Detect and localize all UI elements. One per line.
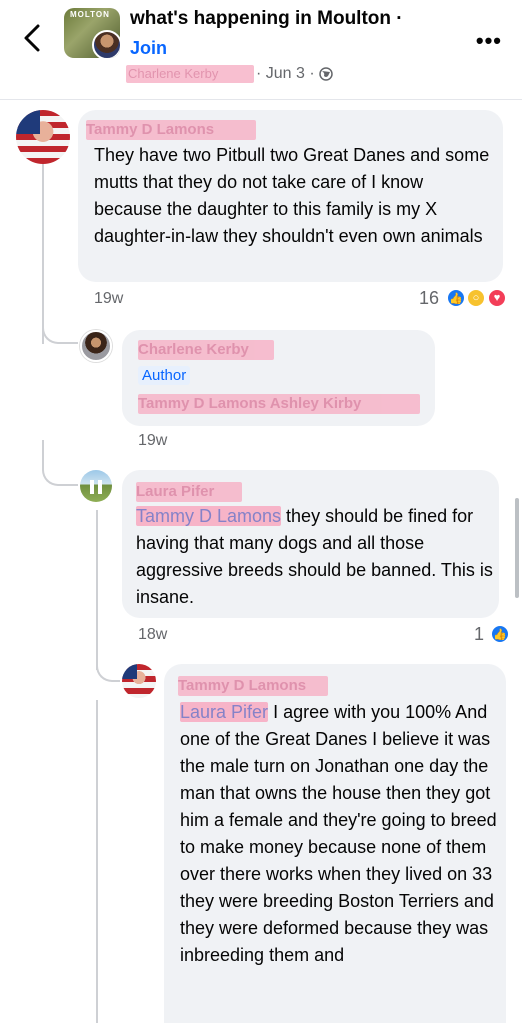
- thread-connector: [96, 640, 120, 682]
- comment-body: I agree with you 100% And one of the Gre…: [180, 702, 497, 965]
- mention-link[interactable]: Tammy D Lamons: [136, 506, 282, 526]
- comment-time[interactable]: 18w: [138, 626, 167, 644]
- commenter-avatar[interactable]: [80, 470, 112, 502]
- thread-connector: [42, 440, 78, 486]
- commenter-avatar[interactable]: [80, 330, 112, 362]
- mentioned-names-redacted[interactable]: Tammy D Lamons Ashley Kirby: [138, 394, 420, 414]
- wow-reaction-icon[interactable]: ○: [466, 288, 486, 308]
- join-button[interactable]: Join: [130, 38, 167, 59]
- thread-connector: [42, 300, 78, 344]
- post-meta: Charlene Kerby · Jun 3 ·: [126, 64, 333, 84]
- comment-text: Laura Pifer I agree with you 100% And on…: [180, 699, 498, 969]
- commenter-avatar[interactable]: [16, 110, 70, 164]
- mention-link[interactable]: Laura Pifer: [180, 702, 269, 722]
- comment-text: They have two Pitbull two Great Danes an…: [94, 145, 490, 246]
- comment-text: Tammy D Lamons they should be fined for …: [136, 503, 496, 611]
- like-reaction-icon[interactable]: 👍: [490, 624, 510, 644]
- author-badge: Author: [138, 366, 191, 385]
- commenter-name[interactable]: Tammy D Lamons: [178, 676, 328, 696]
- scrollbar[interactable]: [515, 498, 519, 598]
- group-avatar[interactable]: MOLTON: [64, 8, 120, 58]
- love-reaction-icon[interactable]: ♥: [487, 288, 507, 308]
- thread-line: [96, 700, 98, 1023]
- globe-icon: [318, 67, 333, 81]
- more-options-icon[interactable]: •••: [476, 28, 502, 54]
- group-name[interactable]: what's happening in Moulton ·: [130, 8, 403, 30]
- back-arrow-icon[interactable]: [18, 20, 48, 56]
- author-name-redacted[interactable]: Charlene Kerby: [126, 65, 254, 83]
- comment-time[interactable]: 19w: [94, 290, 123, 308]
- commenter-name[interactable]: Laura Pifer: [136, 482, 242, 502]
- commenter-avatar[interactable]: [122, 664, 156, 698]
- reaction-count[interactable]: 16: [419, 288, 439, 309]
- group-avatar-text: MOLTON: [70, 10, 110, 19]
- like-reaction-icon[interactable]: 👍: [446, 288, 466, 308]
- author-avatar[interactable]: [92, 30, 120, 58]
- commenter-name[interactable]: Tammy D Lamons: [86, 120, 256, 140]
- commenter-name[interactable]: Charlene Kerby: [138, 340, 274, 360]
- post-header: MOLTON what's happening in Moulton · Joi…: [0, 0, 522, 100]
- post-date: · Jun 3 ·: [256, 65, 315, 82]
- comment-time[interactable]: 19w: [138, 432, 167, 450]
- reaction-count[interactable]: 1: [474, 624, 484, 645]
